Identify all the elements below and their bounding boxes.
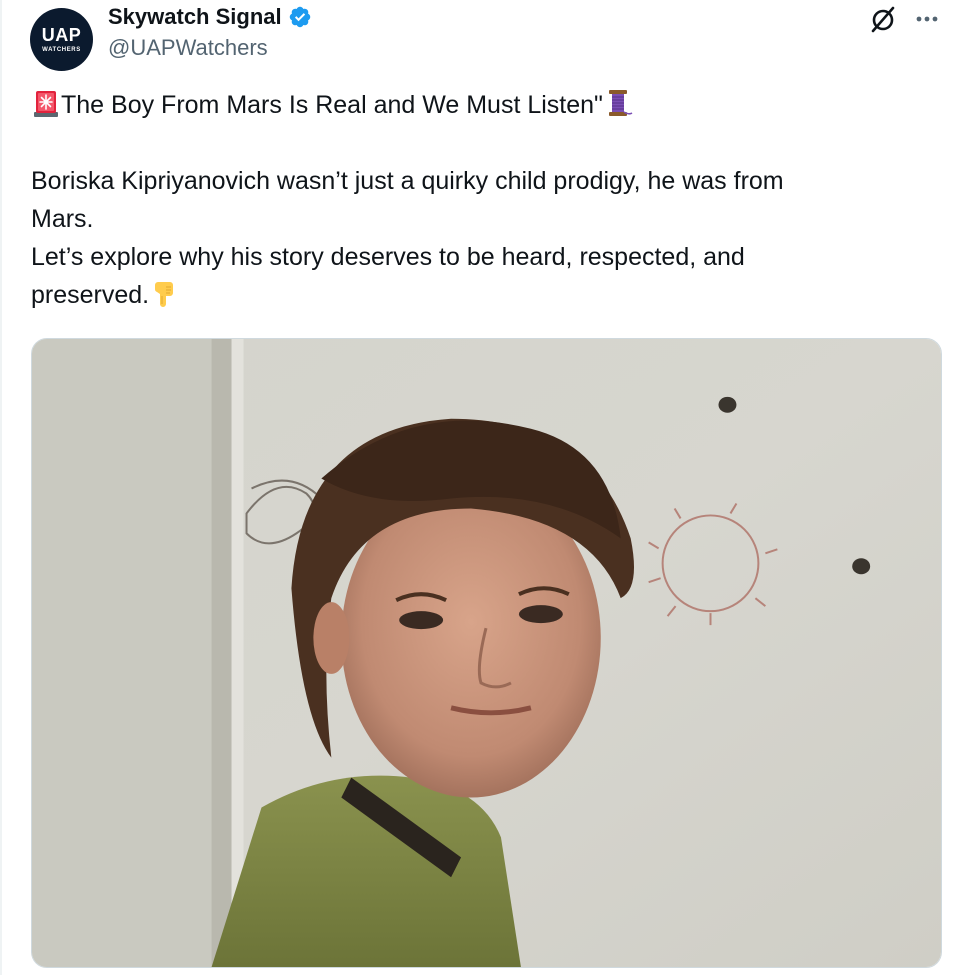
tweet-line: Let’s explore why his story deserves to …	[31, 243, 745, 271]
tweet-line: preserved.	[31, 281, 150, 309]
avatar-logo-text: UAP	[41, 24, 82, 45]
author-handle[interactable]: @UAPWatchers	[108, 34, 268, 62]
tweet-line-last: preserved.	[31, 276, 931, 314]
avatar[interactable]: UAP WATCHERS	[30, 8, 93, 71]
grok-icon[interactable]	[868, 4, 898, 34]
tweet-line: Mars.	[31, 205, 94, 233]
police-light-emoji	[34, 91, 58, 117]
tweet-title-line: The Boy From Mars Is Real and We Must Li…	[31, 86, 931, 124]
tweet: UAP WATCHERS Skywatch Signal @UAPWatcher…	[0, 0, 970, 975]
thread-emoji	[608, 90, 633, 116]
tweet-line: Boriska Kipriyanovich wasn’t just a quir…	[31, 167, 784, 195]
tweet-title-text: The Boy From Mars Is Real and We Must Li…	[61, 91, 603, 119]
author-display-name[interactable]: Skywatch Signal	[108, 3, 282, 31]
author-name-row: Skywatch Signal	[108, 3, 312, 31]
verified-badge-icon[interactable]	[288, 5, 312, 29]
divider	[0, 0, 2, 975]
more-icon[interactable]	[912, 4, 942, 34]
avatar-logo-subtext: WATCHERS	[42, 46, 81, 53]
tweet-media-image[interactable]	[31, 338, 942, 968]
tweet-text: The Boy From Mars Is Real and We Must Li…	[31, 86, 931, 314]
pointing-down-emoji	[155, 282, 174, 307]
photo-illustration	[32, 339, 941, 967]
